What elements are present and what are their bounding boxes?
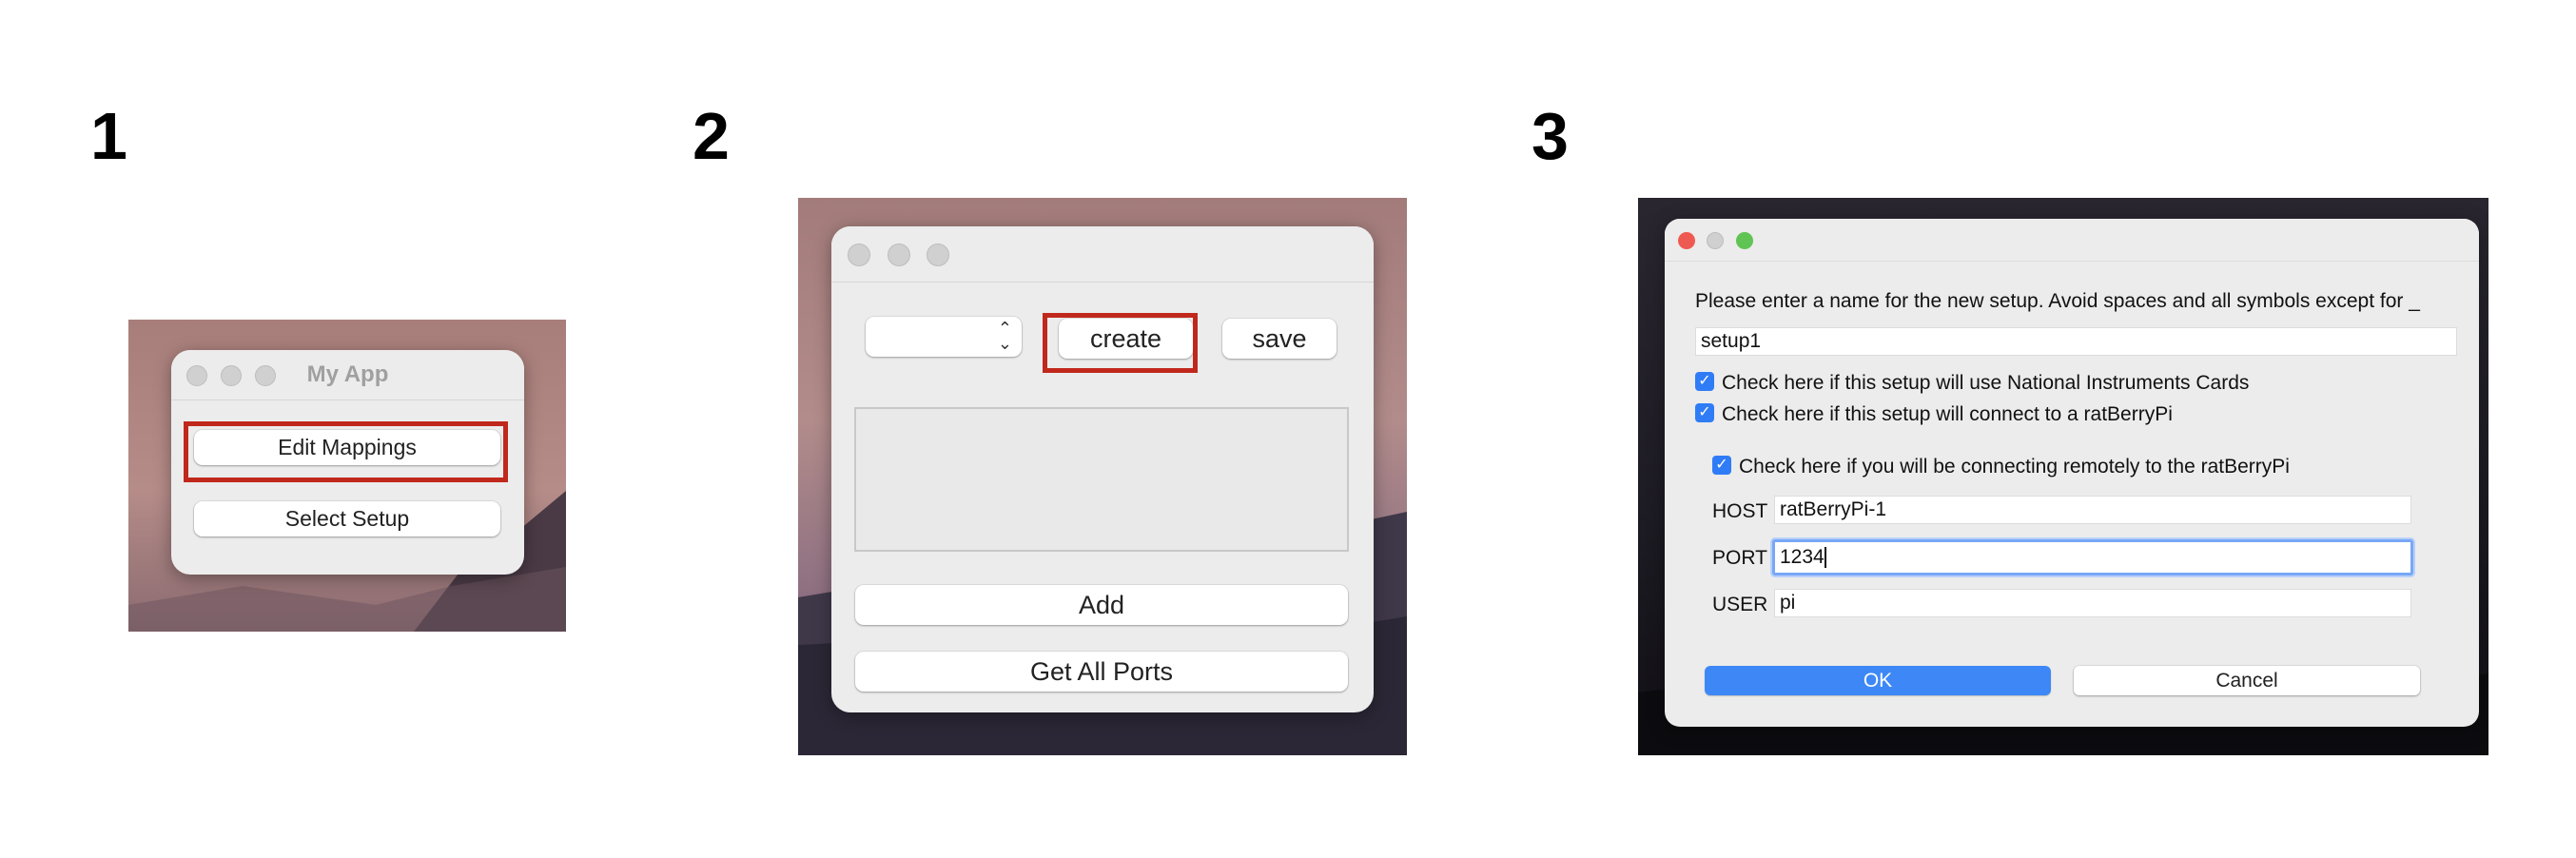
close-window-button[interactable]: [1678, 232, 1695, 249]
step-number-1: 1: [90, 99, 127, 173]
host-field[interactable]: ratBerryPi-1: [1774, 496, 2411, 524]
ok-button[interactable]: OK: [1705, 666, 2051, 695]
close-window-button[interactable]: [848, 244, 870, 266]
text-cursor: [1824, 547, 1826, 568]
chevron-up-down-icon: ⌃ ⌄: [997, 319, 1012, 353]
save-button[interactable]: save: [1222, 319, 1337, 359]
ratberry-checkbox[interactable]: ✓: [1695, 403, 1714, 422]
port-label: PORT: [1712, 547, 1767, 569]
highlight-box: [1043, 313, 1198, 373]
remote-checkbox[interactable]: ✓: [1712, 456, 1731, 475]
window-title: My App: [306, 361, 389, 387]
highlight-box: [184, 421, 508, 482]
cancel-button[interactable]: Cancel: [2074, 666, 2420, 695]
step-number-2: 2: [693, 99, 730, 173]
port-value: 1234: [1780, 546, 1825, 568]
user-field[interactable]: pi: [1774, 589, 2411, 617]
ni-cards-checkbox[interactable]: ✓: [1695, 372, 1714, 391]
setup-name-prompt: Please enter a name for the new setup. A…: [1695, 290, 2420, 312]
select-setup-button[interactable]: Select Setup: [194, 501, 500, 536]
screenshot-3: Please enter a name for the new setup. A…: [1638, 198, 2488, 755]
step-number-3: 3: [1532, 99, 1569, 173]
get-all-ports-button[interactable]: Get All Ports: [855, 652, 1348, 692]
title-bar[interactable]: [831, 226, 1374, 283]
minimize-window-button[interactable]: [888, 244, 910, 266]
zoom-window-button[interactable]: [927, 244, 949, 266]
remote-label: Check here if you will be connecting rem…: [1739, 456, 2290, 478]
setup-name-field[interactable]: setup1: [1695, 327, 2457, 356]
add-button[interactable]: Add: [855, 585, 1348, 625]
ratberry-label: Check here if this setup will connect to…: [1722, 403, 2173, 425]
user-label: USER: [1712, 594, 1768, 615]
host-label: HOST: [1712, 500, 1768, 522]
setup-dropdown[interactable]: ⌃ ⌄: [866, 317, 1022, 357]
screenshot-2: ⌃ ⌄ create save Add Get All Ports: [798, 198, 1407, 755]
editor-window: ⌃ ⌄ create save Add Get All Ports: [831, 226, 1374, 712]
mappings-list[interactable]: [854, 407, 1349, 552]
title-bar[interactable]: My App: [171, 350, 524, 400]
port-field[interactable]: 1234: [1772, 539, 2413, 575]
minimize-window-button[interactable]: [1707, 232, 1724, 249]
new-setup-dialog: Please enter a name for the new setup. A…: [1665, 219, 2479, 727]
ni-cards-label: Check here if this setup will use Nation…: [1722, 372, 2250, 394]
zoom-window-button[interactable]: [1736, 232, 1753, 249]
title-bar[interactable]: [1665, 219, 2479, 262]
screenshot-1: My App Edit Mappings Select Setup: [128, 320, 566, 632]
